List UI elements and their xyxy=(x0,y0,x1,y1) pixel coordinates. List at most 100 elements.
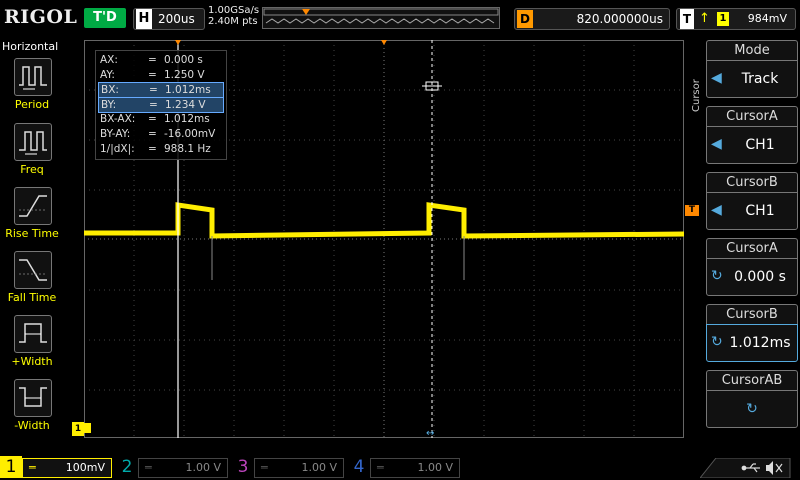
measure-freq[interactable]: Freq xyxy=(3,123,61,185)
menu-item-body[interactable]: ↻ xyxy=(706,390,798,428)
channel-scale: ═ 100mV xyxy=(22,458,112,478)
menu-item-value: 1.012ms xyxy=(729,335,791,351)
horizontal-key: H xyxy=(136,9,152,29)
channel-scale-value: 100mV xyxy=(65,461,105,474)
measure-negative-width[interactable]: -Width xyxy=(3,379,61,441)
menu-item-title: Mode xyxy=(706,40,798,61)
menu-cursor-a-source[interactable]: CursorA ◀ CH1 xyxy=(706,106,798,168)
rise-time-icon xyxy=(14,187,52,225)
readout-value: 988.1 Hz xyxy=(164,143,211,155)
readout-value: 1.250 V xyxy=(164,69,205,81)
readout-row-ay: AY: = 1.250 V xyxy=(98,68,222,82)
menu-item-body[interactable]: ◀ CH1 xyxy=(706,192,798,230)
readout-row-dx: BX-AX: = 1.012ms xyxy=(98,112,222,126)
readout-name: BX-AX: xyxy=(100,113,136,125)
measure-period[interactable]: Period xyxy=(3,58,61,120)
channel-1-tab[interactable]: 1 ═ 100mV xyxy=(0,456,116,478)
sample-info: 1.00GSa/s 2.40M pts xyxy=(208,5,259,27)
channel-4-tab[interactable]: 4 ═ 1.00 V xyxy=(348,456,464,478)
trigger-channel-badge: 1 xyxy=(717,12,729,26)
menu-cursor-a-position[interactable]: CursorA ↻ 0.000 s xyxy=(706,238,798,300)
channel-scale-value: 1.00 V xyxy=(417,461,453,474)
menu-item-value: Track xyxy=(741,71,779,87)
readout-name: BY-AY: xyxy=(100,128,131,140)
measure-label: +Width xyxy=(11,355,53,368)
cursor-b-arrow: ↔ xyxy=(426,428,434,438)
menu-cursor-b-position[interactable]: CursorB ↻ 1.012ms xyxy=(706,304,798,366)
top-status-bar: RIGOL T'D H 200us 1.00GSa/s 2.40M pts D … xyxy=(0,0,800,38)
left-arrow-icon: ◀ xyxy=(711,70,722,86)
menu-item-body[interactable]: ◀ Track xyxy=(706,60,798,98)
readout-equals: = xyxy=(148,113,157,125)
measure-label: Freq xyxy=(20,163,44,176)
readout-row-ax: AX: = 0.000 s xyxy=(98,53,222,67)
horizontal-measure-panel: Horizontal Period Freq Rise Time Fall Ti… xyxy=(0,38,62,456)
timebase-value: 200us xyxy=(158,12,195,26)
memory-depth-bar xyxy=(262,7,500,29)
menu-cursor-ab[interactable]: CursorAB ↻ xyxy=(706,370,798,432)
channel-1-offset-marker xyxy=(84,423,91,433)
positive-width-icon xyxy=(14,315,52,353)
readout-value: 1.234 V xyxy=(165,99,206,111)
measure-fall-time[interactable]: Fall Time xyxy=(3,251,61,313)
timebase-box[interactable]: H 200us xyxy=(133,8,205,30)
readout-name: AY: xyxy=(100,69,115,81)
run-state-badge[interactable]: T'D xyxy=(84,8,126,28)
readout-row-dy: BY-AY: = -16.00mV xyxy=(98,127,222,141)
readout-equals: = xyxy=(149,99,158,111)
readout-name: 1/|dX|: xyxy=(100,143,135,155)
negative-width-icon xyxy=(14,379,52,417)
measure-positive-width[interactable]: +Width xyxy=(3,315,61,377)
menu-item-value: 0.000 s xyxy=(734,269,786,285)
trigger-key: T xyxy=(680,9,694,29)
readout-row-by: BY: = 1.234 V xyxy=(98,97,224,113)
channel-coupling-icon: ═ xyxy=(29,461,36,474)
menu-item-title: CursorB xyxy=(706,172,798,193)
channel-number: 4 xyxy=(353,457,365,477)
channel-scale-value: 1.00 V xyxy=(185,461,221,474)
channel-coupling-icon: ═ xyxy=(377,461,384,474)
readout-row-bx: BX: = 1.012ms xyxy=(98,82,224,98)
left-arrow-icon: ◀ xyxy=(711,202,722,218)
cursor-readout: AX: = 0.000 s AY: = 1.250 V BX: = 1.012ms BY: =… xyxy=(95,50,227,160)
menu-item-body[interactable]: ↻ 0.000 s xyxy=(706,258,798,296)
rigol-logo: RIGOL xyxy=(4,6,78,28)
menu-item-title: CursorAB xyxy=(706,370,798,391)
channel-coupling-icon: ═ xyxy=(145,461,152,474)
menu-item-title: CursorA xyxy=(706,106,798,127)
measure-rise-time[interactable]: Rise Time xyxy=(3,187,61,249)
channel-3-tab[interactable]: 3 ═ 1.00 V xyxy=(232,456,348,478)
delay-key: D xyxy=(517,10,533,28)
channel-2-tab[interactable]: 2 ═ 1.00 V xyxy=(116,456,232,478)
measure-label: Rise Time xyxy=(5,227,59,240)
menu-item-value: CH1 xyxy=(745,203,775,219)
trigger-box[interactable]: T ↑ 1 984mV xyxy=(676,8,796,30)
channel-coupling-icon: ═ xyxy=(261,461,268,474)
rotate-knob-icon: ↻ xyxy=(711,268,723,284)
delay-box[interactable]: D 820.000000us xyxy=(514,8,670,30)
fall-time-icon xyxy=(14,251,52,289)
period-icon xyxy=(14,58,52,96)
readout-value: 0.000 s xyxy=(164,54,203,66)
menu-cursor-b-source[interactable]: CursorB ◀ CH1 xyxy=(706,172,798,234)
readout-equals: = xyxy=(148,128,157,140)
readout-equals: = xyxy=(149,84,158,96)
menu-item-body[interactable]: ◀ CH1 xyxy=(706,126,798,164)
rotate-knob-icon: ↻ xyxy=(746,401,758,417)
readout-equals: = xyxy=(148,143,157,155)
menu-mode[interactable]: Mode ◀ Track xyxy=(706,40,798,102)
measure-label: Period xyxy=(14,98,50,111)
panel-title: Horizontal xyxy=(2,40,59,53)
readout-value: -16.00mV xyxy=(164,128,216,140)
status-icons xyxy=(700,458,791,478)
menu-item-title: CursorB xyxy=(706,304,798,325)
channel-number: 2 xyxy=(121,457,133,477)
memory-points: 2.40M pts xyxy=(208,16,258,27)
readout-row-freq: 1/|dX|: = 988.1 Hz xyxy=(98,142,222,156)
cursor-menu: Mode ◀ Track CursorA ◀ CH1 CursorB ◀ CH1… xyxy=(690,38,800,456)
channel-bar: 1 ═ 100mV 2 ═ 1.00 V 3 ═ 1.00 V 4 ═ 1.00… xyxy=(0,456,800,480)
freq-icon xyxy=(14,123,52,161)
readout-equals: = xyxy=(148,54,157,66)
menu-item-body[interactable]: ↻ 1.012ms xyxy=(706,324,798,362)
readout-value: 1.012ms xyxy=(165,84,211,96)
